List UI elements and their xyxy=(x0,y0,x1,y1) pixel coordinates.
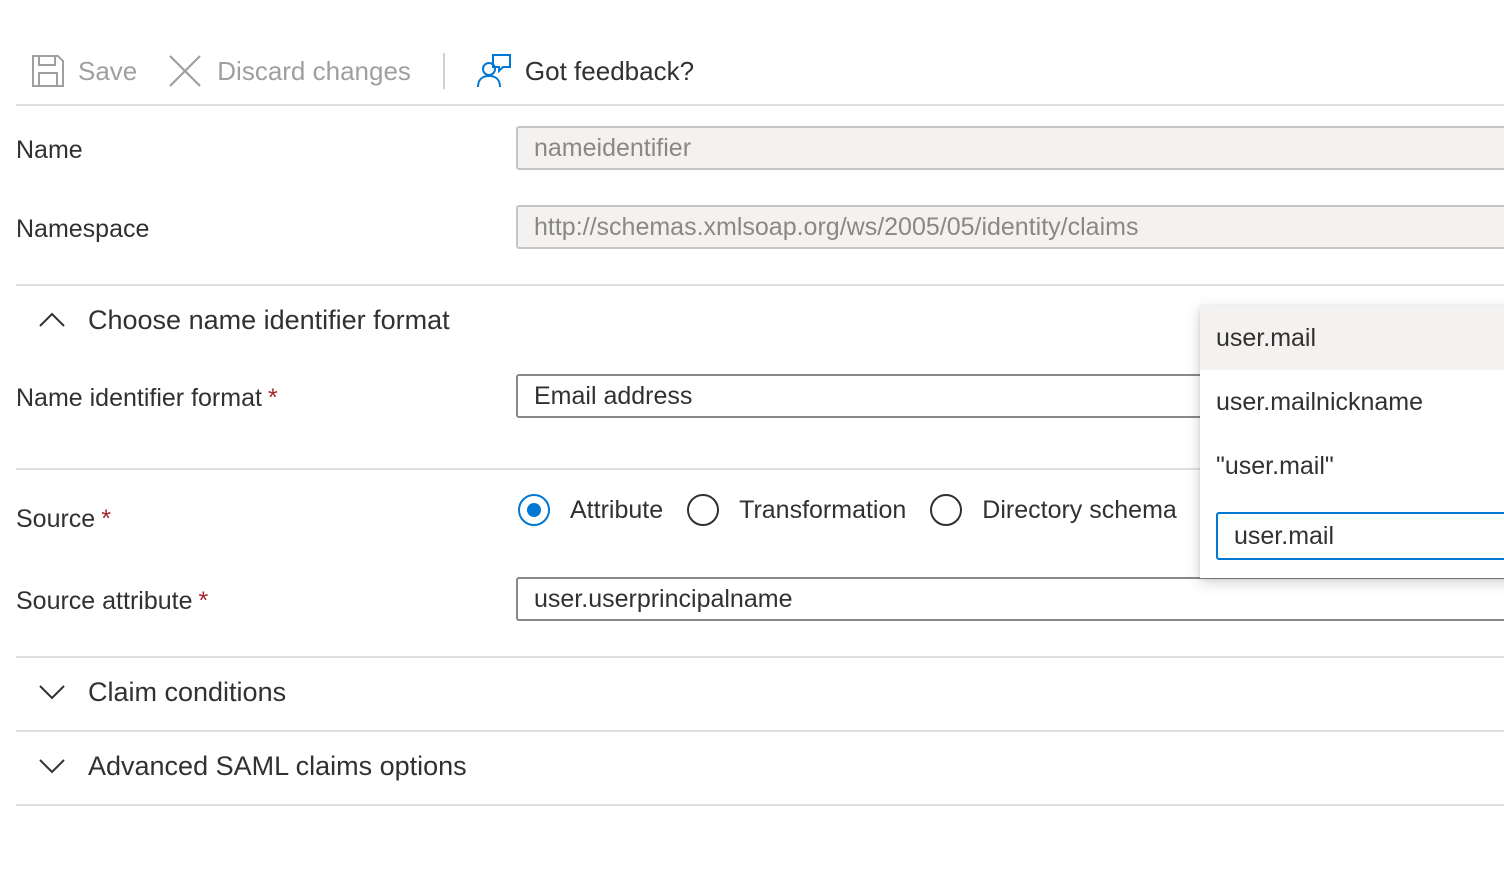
claim-conditions-toggle[interactable]: Claim conditions xyxy=(16,676,286,708)
namespace-field: http://schemas.xmlsoap.org/ws/2005/05/id… xyxy=(516,205,1504,249)
close-icon xyxy=(167,53,203,89)
divider xyxy=(16,656,1504,658)
radio-transformation[interactable]: Transformation xyxy=(687,494,906,526)
source-label-text: Source xyxy=(16,505,96,533)
chevron-down-icon xyxy=(36,750,68,782)
radio-label: Attribute xyxy=(570,495,664,524)
radio-unchecked-icon xyxy=(930,494,963,526)
section-title: Choose name identifier format xyxy=(88,304,450,335)
name-label: Name xyxy=(16,136,83,164)
namespace-label: Namespace xyxy=(16,215,150,243)
name-id-format-section-toggle[interactable]: Choose name identifier format xyxy=(16,304,450,336)
required-marker: * xyxy=(198,587,209,615)
save-icon xyxy=(30,53,66,89)
command-bar: Save Discard changes Got feedback? xyxy=(16,38,1504,106)
dropdown-filter-input[interactable]: user.mail xyxy=(1216,512,1504,560)
feedback-label: Got feedback? xyxy=(524,55,695,86)
discard-changes-button[interactable]: Discard changes xyxy=(167,39,411,103)
radio-attribute[interactable]: Attribute xyxy=(518,494,663,526)
source-label: Source * xyxy=(16,505,111,534)
advanced-saml-options-toggle[interactable]: Advanced SAML claims options xyxy=(16,750,467,782)
save-label: Save xyxy=(78,55,138,86)
namespace-value: http://schemas.xmlsoap.org/ws/2005/05/id… xyxy=(534,212,1139,241)
discard-label: Discard changes xyxy=(217,55,411,86)
toolbar-divider xyxy=(442,53,445,89)
source-radio-group: Attribute Transformation Directory schem… xyxy=(518,494,1201,526)
name-id-format-value: Email address xyxy=(534,381,693,410)
section-title: Advanced SAML claims options xyxy=(88,750,467,781)
name-id-format-label: Name identifier format * xyxy=(16,384,278,413)
chevron-down-icon xyxy=(36,676,68,708)
dropdown-option[interactable]: user.mail xyxy=(1200,306,1504,370)
name-field: nameidentifier xyxy=(516,126,1504,170)
dropdown-option[interactable]: user.mailnickname xyxy=(1200,370,1504,434)
source-attribute-value: user.userprincipalname xyxy=(534,584,793,613)
radio-unchecked-icon xyxy=(687,494,720,526)
attribute-suggestions-dropdown: user.mail user.mailnickname "user.mail" … xyxy=(1200,306,1504,578)
source-attribute-combobox[interactable]: user.userprincipalname xyxy=(516,577,1504,621)
radio-directory-schema[interactable]: Directory schema xyxy=(930,494,1177,526)
radio-label: Transformation xyxy=(739,495,907,524)
source-attribute-label: Source attribute * xyxy=(16,587,208,616)
radio-checked-icon xyxy=(518,494,550,526)
save-button[interactable]: Save xyxy=(30,39,137,103)
dropdown-option[interactable]: "user.mail" xyxy=(1200,434,1504,498)
chevron-up-icon xyxy=(36,304,68,336)
required-marker: * xyxy=(101,505,111,533)
divider xyxy=(16,730,1504,732)
dropdown-input-value: user.mail xyxy=(1234,521,1335,550)
radio-label: Directory schema xyxy=(982,495,1177,524)
divider xyxy=(16,284,1504,286)
required-marker: * xyxy=(267,384,278,412)
name-value: nameidentifier xyxy=(534,133,692,162)
claim-edit-page: Save Discard changes Got feedback? Name … xyxy=(0,0,1504,884)
source-attribute-label-text: Source attribute xyxy=(16,587,193,615)
feedback-icon xyxy=(475,52,513,90)
divider xyxy=(16,804,1504,806)
name-id-format-label-text: Name identifier format xyxy=(16,384,262,412)
feedback-button[interactable]: Got feedback? xyxy=(475,39,694,103)
section-title: Claim conditions xyxy=(88,676,287,707)
